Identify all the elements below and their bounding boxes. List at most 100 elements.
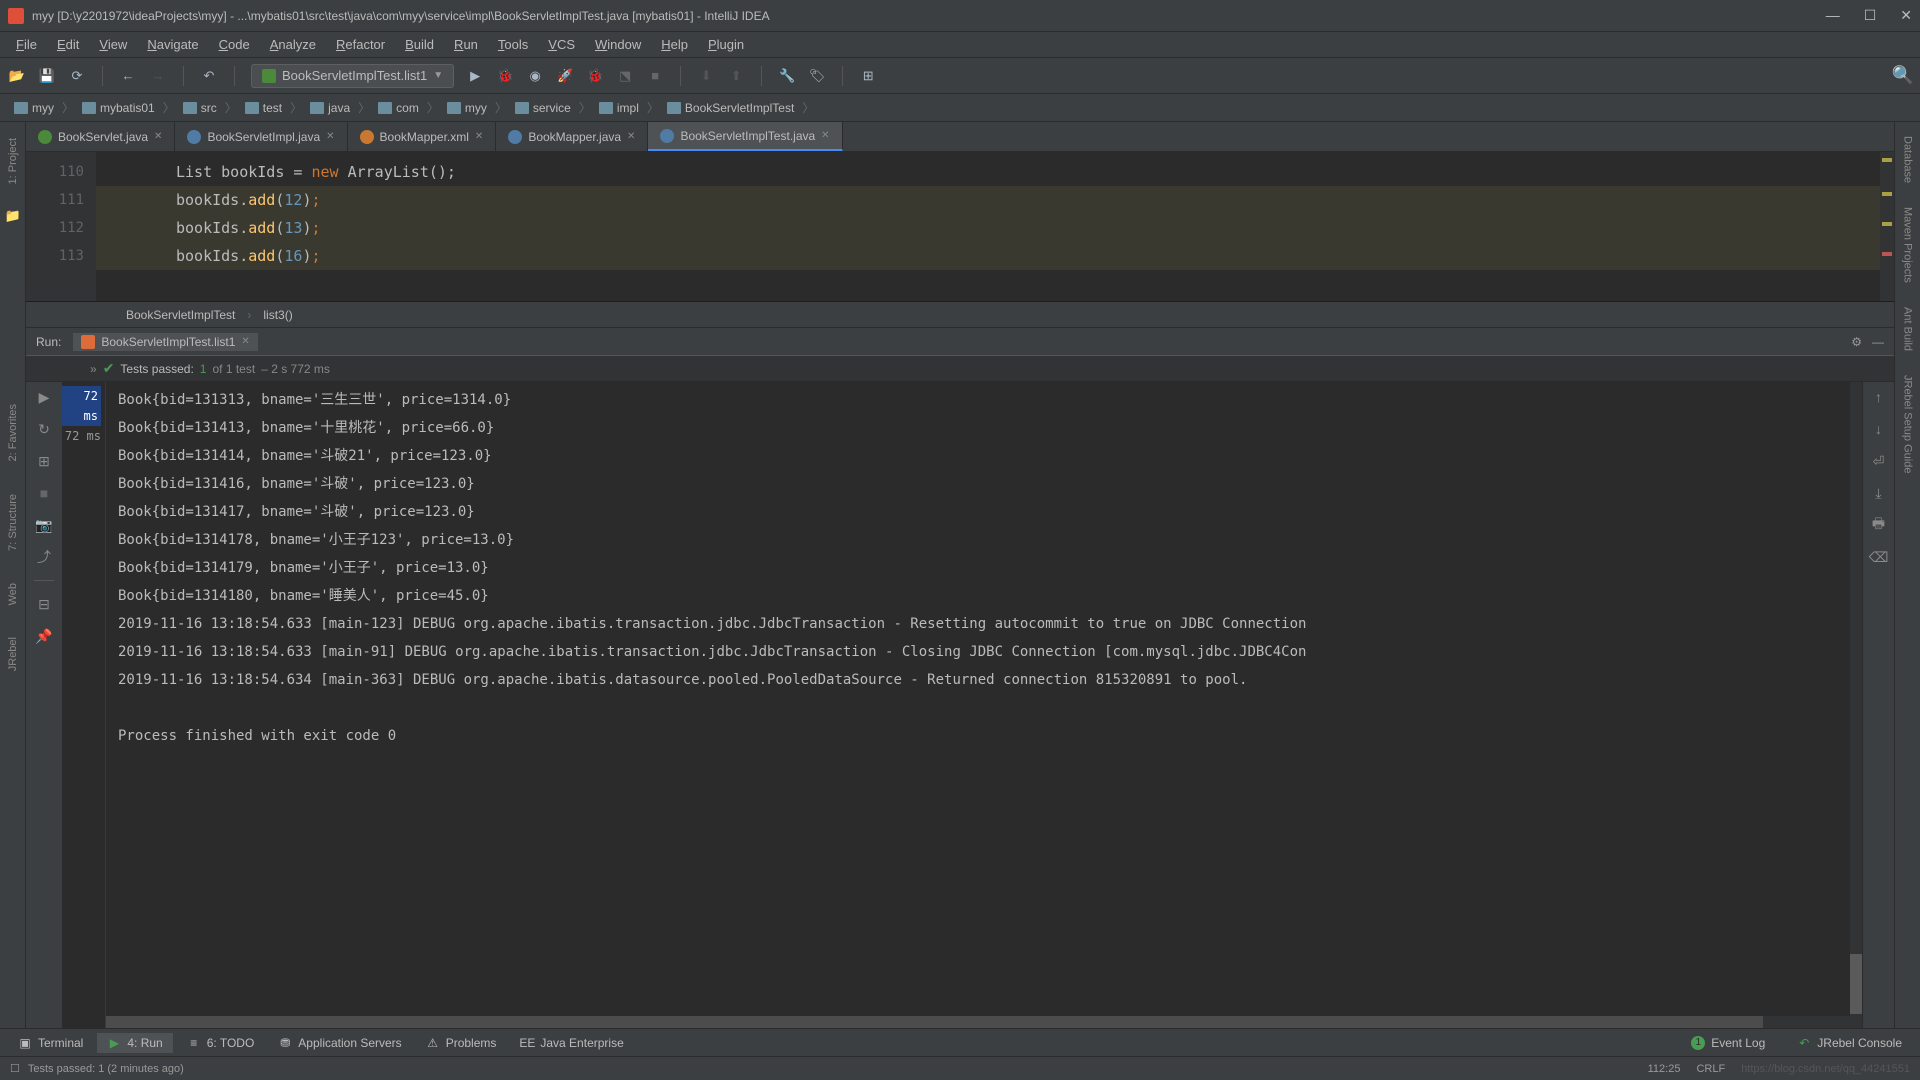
menu-plugin[interactable]: Plugin xyxy=(700,35,752,54)
sidebar-project[interactable]: 1: Project xyxy=(7,130,19,192)
structure-icon[interactable]: ⊞ xyxy=(859,67,877,85)
console-output[interactable]: Book{bid=131313, bname='三生三世', price=131… xyxy=(106,382,1850,1028)
error-stripe[interactable] xyxy=(1880,152,1894,301)
menu-help[interactable]: Help xyxy=(653,35,696,54)
forward-icon[interactable]: → xyxy=(149,67,167,85)
tool-jrebel-console[interactable]: ↶JRebel Console xyxy=(1787,1033,1912,1053)
scrollbar-thumb[interactable] xyxy=(106,1016,1763,1028)
close-icon[interactable]: ✕ xyxy=(154,131,162,142)
tab-BookMapper.java[interactable]: BookMapper.java✕ xyxy=(496,122,648,151)
soft-wrap-icon[interactable]: ⏎ xyxy=(1870,452,1888,470)
jrebel-run-icon[interactable]: 🚀 xyxy=(556,67,574,85)
sidebar-web[interactable]: Web xyxy=(7,575,19,613)
close-icon[interactable]: ✕ xyxy=(475,131,483,142)
menu-vcs[interactable]: VCS xyxy=(540,35,583,54)
crumb-mybatis01[interactable]: mybatis01 xyxy=(76,99,161,117)
tool-problems[interactable]: ⚠Problems xyxy=(416,1033,507,1053)
jrebel-icon[interactable]: ↶ xyxy=(200,67,218,85)
sidebar-ant[interactable]: Ant Build xyxy=(1902,301,1914,357)
method-crumb[interactable]: list3() xyxy=(263,308,292,322)
chevrons-icon[interactable]: » xyxy=(90,362,97,376)
line-separator[interactable]: CRLF xyxy=(1696,1063,1725,1075)
menu-code[interactable]: Code xyxy=(211,35,258,54)
menu-analyze[interactable]: Analyze xyxy=(262,35,324,54)
code-editor[interactable]: 110111112113 List bookIds = new ArrayLis… xyxy=(26,152,1894,302)
vertical-scrollbar[interactable] xyxy=(1850,382,1862,1028)
crumb-com[interactable]: com xyxy=(372,99,425,117)
close-icon[interactable]: ✕ xyxy=(821,130,829,141)
scrollbar-thumb[interactable] xyxy=(1850,954,1862,1014)
menu-run[interactable]: Run xyxy=(446,35,486,54)
menu-window[interactable]: Window xyxy=(587,35,649,54)
sidebar-jrebel[interactable]: JRebel xyxy=(7,629,19,679)
close-icon[interactable]: ✕ xyxy=(241,336,249,347)
tool-javaee[interactable]: EEJava Enterprise xyxy=(510,1033,633,1053)
tool-terminal[interactable]: ▣Terminal xyxy=(8,1033,93,1053)
maximize-button[interactable]: ☐ xyxy=(1864,7,1877,24)
tab-BookServletImplTest.java[interactable]: BookServletImplTest.java✕ xyxy=(648,122,842,151)
sidebar-database[interactable]: Database xyxy=(1902,130,1914,189)
close-icon[interactable]: ✕ xyxy=(627,131,635,142)
crumb-impl[interactable]: impl xyxy=(593,99,645,117)
debug-icon[interactable]: 🐞 xyxy=(496,67,514,85)
search-icon[interactable]: 🔍 xyxy=(1894,67,1912,85)
run-config-selector[interactable]: BookServletImplTest.list1 ▼ xyxy=(251,64,454,88)
sidebar-maven[interactable]: Maven Projects xyxy=(1902,201,1914,289)
rerun-failed-icon[interactable]: ↻ xyxy=(35,420,53,438)
close-icon[interactable]: ✕ xyxy=(326,131,334,142)
exit-icon[interactable]: ⤴ xyxy=(35,548,53,566)
sidebar-structure[interactable]: 7: Structure xyxy=(7,486,19,559)
crumb-myy[interactable]: myy xyxy=(441,99,493,117)
rerun-icon[interactable]: ▶ xyxy=(35,388,53,406)
minimize-button[interactable]: — xyxy=(1826,7,1840,24)
clear-icon[interactable]: ⌫ xyxy=(1870,548,1888,566)
close-button[interactable]: ✕ xyxy=(1900,7,1912,24)
settings-icon[interactable]: 🔧 xyxy=(778,67,796,85)
tool-todo[interactable]: ≡6: TODO xyxy=(177,1033,265,1053)
minimize-icon[interactable]: — xyxy=(1872,335,1884,349)
open-icon[interactable]: 📂 xyxy=(8,67,26,85)
toggle-icon[interactable]: ⊞ xyxy=(35,452,53,470)
down-icon[interactable]: ↓ xyxy=(1870,420,1888,438)
menu-tools[interactable]: Tools xyxy=(490,35,536,54)
refresh-icon[interactable]: ⟳ xyxy=(68,67,86,85)
menu-build[interactable]: Build xyxy=(397,35,442,54)
class-crumb[interactable]: BookServletImplTest xyxy=(126,308,235,322)
tab-BookServlet.java[interactable]: BookServlet.java✕ xyxy=(26,122,175,151)
code-breadcrumb[interactable]: BookServletImplTest › list3() xyxy=(26,302,1894,328)
crumb-java[interactable]: java xyxy=(304,99,356,117)
attach-icon[interactable]: ⬇ xyxy=(697,67,715,85)
menu-navigate[interactable]: Navigate xyxy=(139,35,206,54)
menu-file[interactable]: File xyxy=(8,35,45,54)
dump-icon[interactable]: 📷 xyxy=(35,516,53,534)
crumb-src[interactable]: src xyxy=(177,99,223,117)
crumb-myy[interactable]: myy xyxy=(8,99,60,117)
crumb-BookServletImplTest[interactable]: BookServletImplTest xyxy=(661,99,800,117)
scroll-to-end-icon[interactable]: ⤓ xyxy=(1870,484,1888,502)
caret-position[interactable]: 112:25 xyxy=(1648,1063,1681,1075)
save-icon[interactable]: 💾 xyxy=(38,67,56,85)
sidebar-jrebel-guide[interactable]: JRebel Setup Guide xyxy=(1902,369,1914,479)
stop-icon[interactable]: ■ xyxy=(35,484,53,502)
run-tab[interactable]: BookServletImplTest.list1 ✕ xyxy=(73,333,257,351)
crumb-test[interactable]: test xyxy=(239,99,288,117)
stop-icon[interactable]: ■ xyxy=(646,67,664,85)
layout-icon[interactable]: ⊟ xyxy=(35,595,53,613)
tasks-icon[interactable]: 🏷 xyxy=(808,67,826,85)
code-lines[interactable]: List bookIds = new ArrayList();bookIds.a… xyxy=(96,152,1894,301)
menu-refactor[interactable]: Refactor xyxy=(328,35,393,54)
menu-edit[interactable]: Edit xyxy=(49,35,87,54)
horizontal-scrollbar[interactable] xyxy=(106,1016,1850,1028)
sidebar-favorites[interactable]: 2: Favorites xyxy=(7,396,19,469)
menu-view[interactable]: View xyxy=(91,35,135,54)
folder-icon[interactable]: 📁 xyxy=(5,208,21,224)
pin-icon[interactable]: 📌 xyxy=(35,627,53,645)
test-tree[interactable]: 72 ms72 ms xyxy=(62,382,106,1028)
update-icon[interactable]: ⬆ xyxy=(727,67,745,85)
print-icon[interactable]: 🖶 xyxy=(1870,516,1888,534)
crumb-service[interactable]: service xyxy=(509,99,577,117)
profile-icon[interactable]: ⬔ xyxy=(616,67,634,85)
gear-icon[interactable]: ⚙ xyxy=(1851,335,1862,349)
jrebel-debug-icon[interactable]: 🐞 xyxy=(586,67,604,85)
tool-run[interactable]: ▶4: Run xyxy=(97,1033,172,1053)
